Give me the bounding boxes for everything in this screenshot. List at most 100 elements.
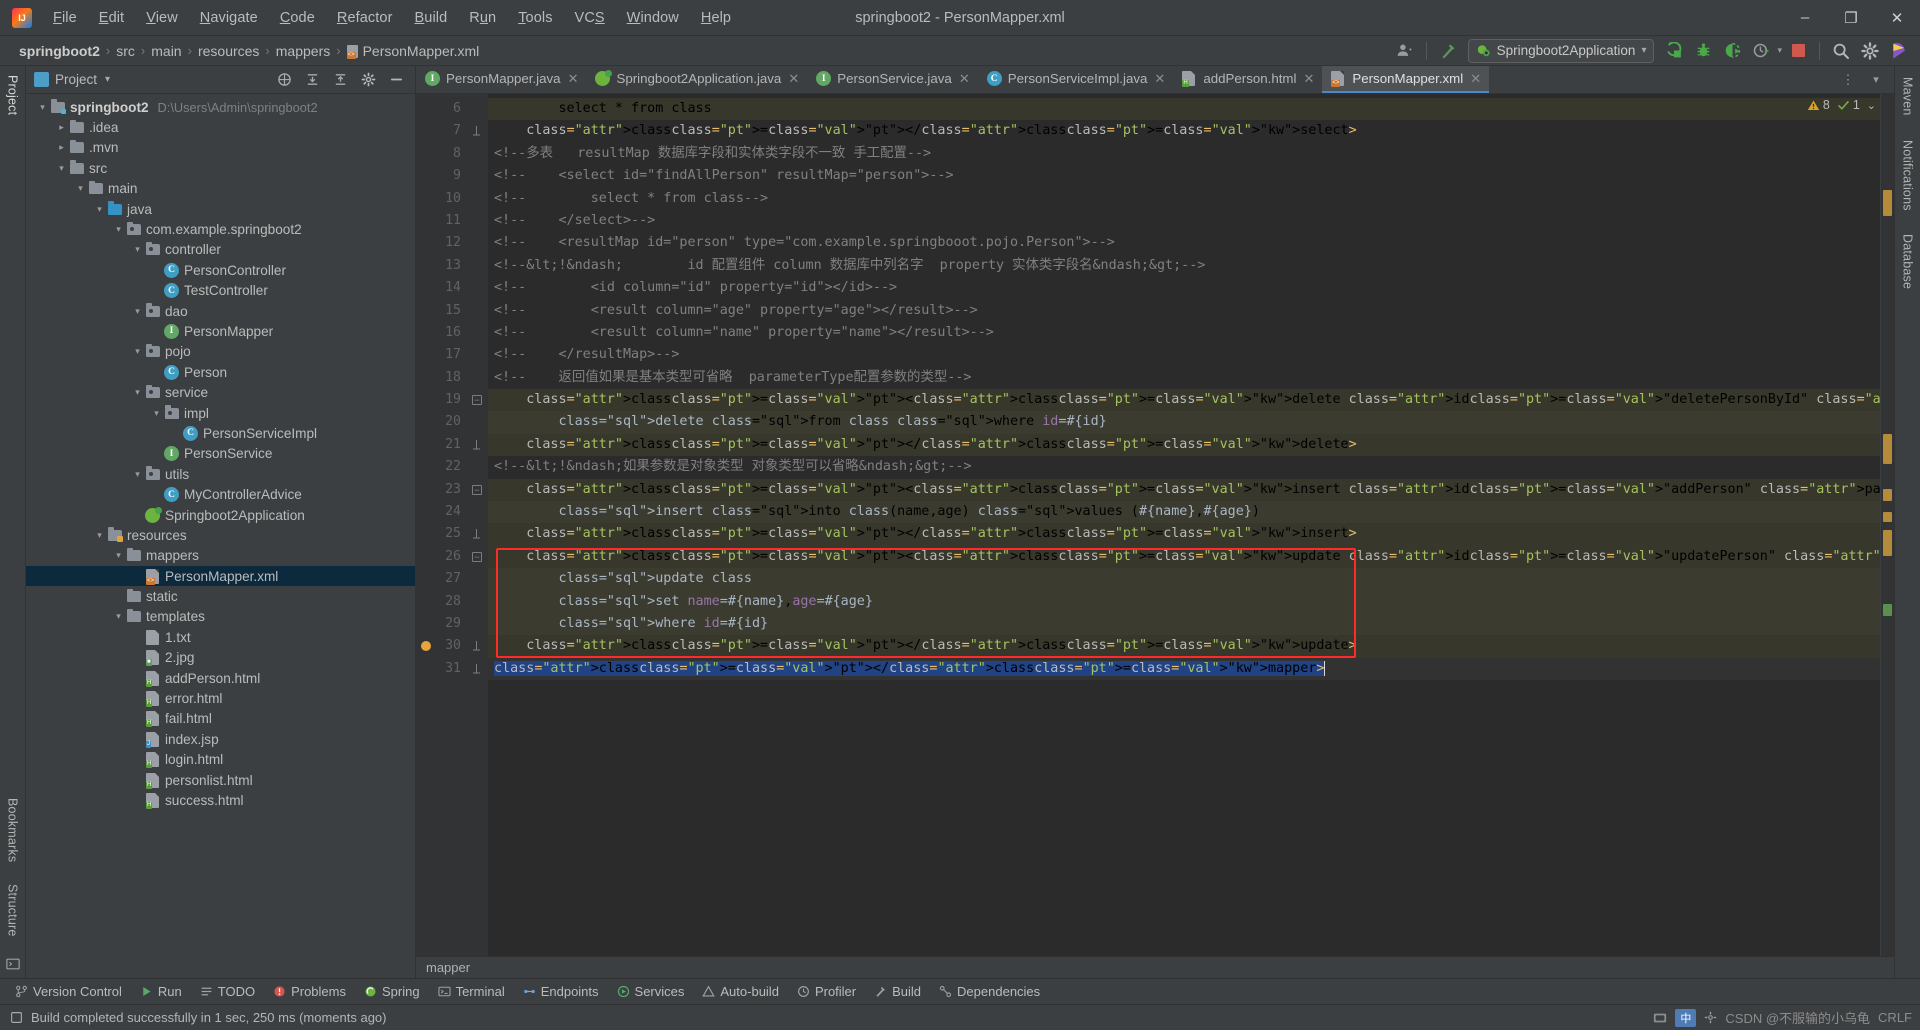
editor-tab-personmapper-java[interactable]: I PersonMapper.java ✕ <box>416 66 586 93</box>
tree-node-impl[interactable]: ▾ impl <box>26 403 415 423</box>
fold-collapse-icon[interactable]: − <box>472 484 482 496</box>
code-line-8[interactable]: <!--多表 resultMap 数据库字段和实体类字段不一致 手工配置--> <box>488 143 1880 165</box>
chevron-down-icon[interactable]: ▾ <box>1641 45 1646 56</box>
code-line-26[interactable]: class="attr">classclass="pt">=class="val… <box>488 545 1880 569</box>
chevron-down-icon[interactable]: ▾ <box>93 204 106 215</box>
breadcrumb[interactable]: springboot2 › src › main › resources › mappers › <… <box>14 41 484 61</box>
tree-node-static[interactable]: static <box>26 586 415 606</box>
menu-help[interactable]: Help <box>690 6 742 30</box>
tool-window-terminal[interactable]: Terminal <box>429 981 514 1002</box>
debug-icon[interactable] <box>1690 39 1716 63</box>
tree-node-controller[interactable]: ▾ controller <box>26 240 415 260</box>
run-with-coverage-icon[interactable] <box>1719 39 1745 63</box>
menu-edit[interactable]: Edit <box>88 6 135 30</box>
tree-node-success-html[interactable]: Hsuccess.html <box>26 790 415 810</box>
tab-list-icon[interactable]: ⋮ <box>1835 68 1861 92</box>
search-everywhere-icon[interactable] <box>1828 39 1854 63</box>
menu-view[interactable]: View <box>135 6 189 30</box>
inspection-widget[interactable]: 8 1 ⌄ <box>1807 98 1876 112</box>
breadcrumb-item-mappers[interactable]: mappers <box>271 41 335 61</box>
chevron-down-icon[interactable]: ▾ <box>112 550 125 561</box>
ime-settings-icon[interactable] <box>1704 1011 1717 1024</box>
tool-window-dependencies[interactable]: Dependencies <box>930 981 1049 1002</box>
menu-run[interactable]: Run <box>458 6 507 30</box>
breadcrumb-item-resources[interactable]: resources <box>193 41 264 61</box>
stripe-marker[interactable] <box>1883 489 1892 501</box>
ime-indicator[interactable] <box>1653 1011 1667 1025</box>
editor-tab-personservice-java[interactable]: I PersonService.java ✕ <box>807 66 977 93</box>
gutter-line-29[interactable]: 29 <box>416 613 488 635</box>
tool-window-run[interactable]: Run <box>131 981 191 1002</box>
menu-navigate[interactable]: Navigate <box>189 6 269 30</box>
menu-file[interactable]: File <box>42 6 88 30</box>
tool-window-profiler[interactable]: Profiler <box>788 981 865 1002</box>
tool-window-problems[interactable]: Problems <box>264 981 355 1002</box>
menu-build[interactable]: Build <box>404 6 459 30</box>
editor-breadcrumb[interactable]: mapper <box>416 956 1894 978</box>
code-line-6[interactable]: select * from class <box>488 98 1880 121</box>
code-line-11[interactable]: <!-- </select>--> <box>488 210 1880 232</box>
chevron-down-icon[interactable]: ▾ <box>131 387 144 398</box>
gutter-line-11[interactable]: 11 <box>416 210 488 232</box>
chevron-down-icon[interactable]: ▾ <box>105 74 110 85</box>
code-line-12[interactable]: <!-- <resultMap id="person" type="com.ex… <box>488 232 1880 254</box>
gutter-line-24[interactable]: 24 <box>416 501 488 523</box>
code-line-16[interactable]: <!-- <result column="name" property="nam… <box>488 322 1880 344</box>
chevron-down-icon[interactable]: ▾ <box>74 183 87 194</box>
gutter-line-10[interactable]: 10 <box>416 188 488 210</box>
ide-assistant-icon[interactable] <box>1886 39 1912 63</box>
code-line-21[interactable]: class="attr">classclass="pt">=class="val… <box>488 433 1880 457</box>
ime-language-badge[interactable]: 中 <box>1675 1008 1697 1027</box>
menu-code[interactable]: Code <box>269 6 326 30</box>
chevron-right-icon[interactable]: ▸ <box>55 122 68 133</box>
menu-refactor[interactable]: Refactor <box>326 6 404 30</box>
stop-icon[interactable] <box>1785 39 1811 63</box>
minimize-button[interactable]: – <box>1782 0 1828 36</box>
chevron-down-icon[interactable]: ▾ <box>93 530 106 541</box>
run-icon[interactable] <box>1661 39 1687 63</box>
tree-node-personmapper-xml[interactable]: <> PersonMapper.xml <box>26 565 415 587</box>
tree-node-person[interactable]: C Person <box>26 362 415 382</box>
code-line-23[interactable]: class="attr">classclass="pt">=class="val… <box>488 478 1880 502</box>
menu-bar[interactable]: File Edit View Navigate Code Refactor Build Run… <box>42 6 742 30</box>
gutter-line-6[interactable]: 6 <box>416 98 488 120</box>
gutter-line-14[interactable]: 14 <box>416 277 488 299</box>
tree-node-personservice[interactable]: I PersonService <box>26 444 415 464</box>
tree-node-2-jpg[interactable]: ■ 2.jpg <box>26 648 415 668</box>
tree-node-1-txt[interactable]: 1.txt <box>26 627 415 647</box>
code-line-9[interactable]: <!-- <select id="findAllPerson" resultMa… <box>488 165 1880 187</box>
stripe-marker[interactable] <box>1883 512 1892 522</box>
tree-node-springboot2application[interactable]: Springboot2Application <box>26 505 415 525</box>
code-line-7[interactable]: class="attr">classclass="pt">=class="val… <box>488 120 1880 142</box>
stripe-marker[interactable] <box>1883 190 1892 216</box>
tool-window-spring[interactable]: Spring <box>355 981 429 1002</box>
code-line-22[interactable]: <!--&lt;!&ndash;如果参数是对象类型 对象类型可以省略&ndash… <box>488 456 1880 478</box>
menu-vcs[interactable]: VCS <box>564 6 616 30</box>
chevron-down-icon[interactable]: ▾ <box>112 611 125 622</box>
code-line-18[interactable]: <!-- 返回值如果是基本类型可省略 parameterType配置参数的类型-… <box>488 367 1880 389</box>
tree-node-testcontroller[interactable]: C TestController <box>26 281 415 301</box>
close-icon[interactable]: ✕ <box>1303 71 1314 87</box>
tool-window-structure[interactable]: Structure <box>5 881 21 940</box>
tree-node-personlist-html[interactable]: Hpersonlist.html <box>26 770 415 790</box>
gutter-line-17[interactable]: 17 <box>416 344 488 366</box>
chevron-down-icon[interactable]: ⌄ <box>1867 99 1876 112</box>
tree-node-personcontroller[interactable]: C PersonController <box>26 260 415 280</box>
code-line-19[interactable]: class="attr">classclass="pt">=class="val… <box>488 389 1880 412</box>
fold-end-icon[interactable] <box>472 663 482 674</box>
stripe-marker[interactable] <box>1883 604 1892 616</box>
collapse-all-icon[interactable] <box>327 68 353 92</box>
chevron-right-icon[interactable]: ▸ <box>55 142 68 153</box>
account-icon[interactable] <box>1392 39 1418 63</box>
gutter-line-13[interactable]: 13 <box>416 255 488 277</box>
project-tree[interactable]: ▾ springboot2 D:\Users\Admin\springboot2 ▸.… <box>26 94 415 978</box>
gutter-line-19[interactable]: 19− <box>416 389 488 411</box>
chevron-down-icon[interactable]: ▾ <box>1777 45 1782 56</box>
encoding-indicator[interactable]: CRLF <box>1878 1010 1912 1025</box>
chevron-down-icon[interactable]: ▾ <box>36 102 49 113</box>
code-line-13[interactable]: <!--&lt;!&ndash; id 配置组件 column 数据库中列名字 … <box>488 255 1880 277</box>
tree-node--idea[interactable]: ▸ .idea <box>26 117 415 137</box>
tree-node-personmapper[interactable]: I PersonMapper <box>26 321 415 341</box>
tree-node-mappers[interactable]: ▾ mappers <box>26 546 415 566</box>
fold-end-icon[interactable] <box>472 641 482 651</box>
